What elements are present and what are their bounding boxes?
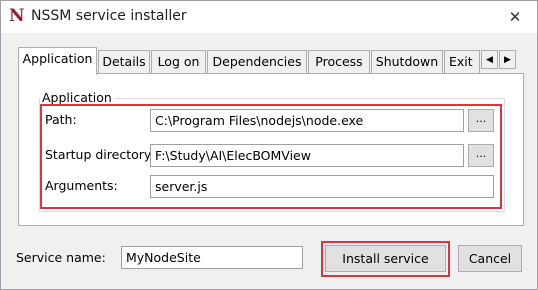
cancel-button[interactable]: Cancel [458,245,522,272]
close-icon[interactable]: ✕ [493,1,537,33]
nssm-app-icon: N [9,6,25,26]
arguments-label: Arguments: [45,178,118,193]
tab-scroll-right-icon[interactable]: ▶ [499,50,516,69]
tab-shutdown[interactable]: Shutdown [371,50,443,74]
tab-details[interactable]: Details [98,50,150,74]
window-title: NSSM service installer [31,8,187,24]
tab-application[interactable]: Application [18,47,97,75]
tab-scroll-left-icon[interactable]: ◀ [481,50,498,69]
path-browse-button[interactable]: ... [468,109,494,132]
startup-directory-browse-button[interactable]: ... [468,144,494,167]
install-service-button[interactable]: Install service [325,245,446,272]
startup-directory-input[interactable]: F:\Study\AI\ElecBOMView [150,144,464,167]
tab-strip: Application Details Log on Dependencies … [18,47,524,75]
tab-exit[interactable]: Exit [444,50,480,74]
tab-process[interactable]: Process [308,50,370,74]
application-tab-panel: Application Path: C:\Program Files\nodej… [18,73,524,226]
startup-directory-label: Startup directory: [45,147,155,162]
service-name-label: Service name: [16,250,106,265]
tab-log-on[interactable]: Log on [151,50,206,74]
application-group-title: Application [40,90,114,105]
path-input[interactable]: C:\Program Files\nodejs\node.exe [150,109,464,132]
path-label: Path: [45,112,77,127]
service-name-input[interactable]: MyNodeSite [121,246,303,269]
tab-dependencies[interactable]: Dependencies [207,50,307,74]
arguments-input[interactable]: server.js [150,175,494,198]
nssm-installer-window: N NSSM service installer ✕ Application D… [0,0,538,290]
title-bar: N NSSM service installer ✕ [1,1,537,33]
